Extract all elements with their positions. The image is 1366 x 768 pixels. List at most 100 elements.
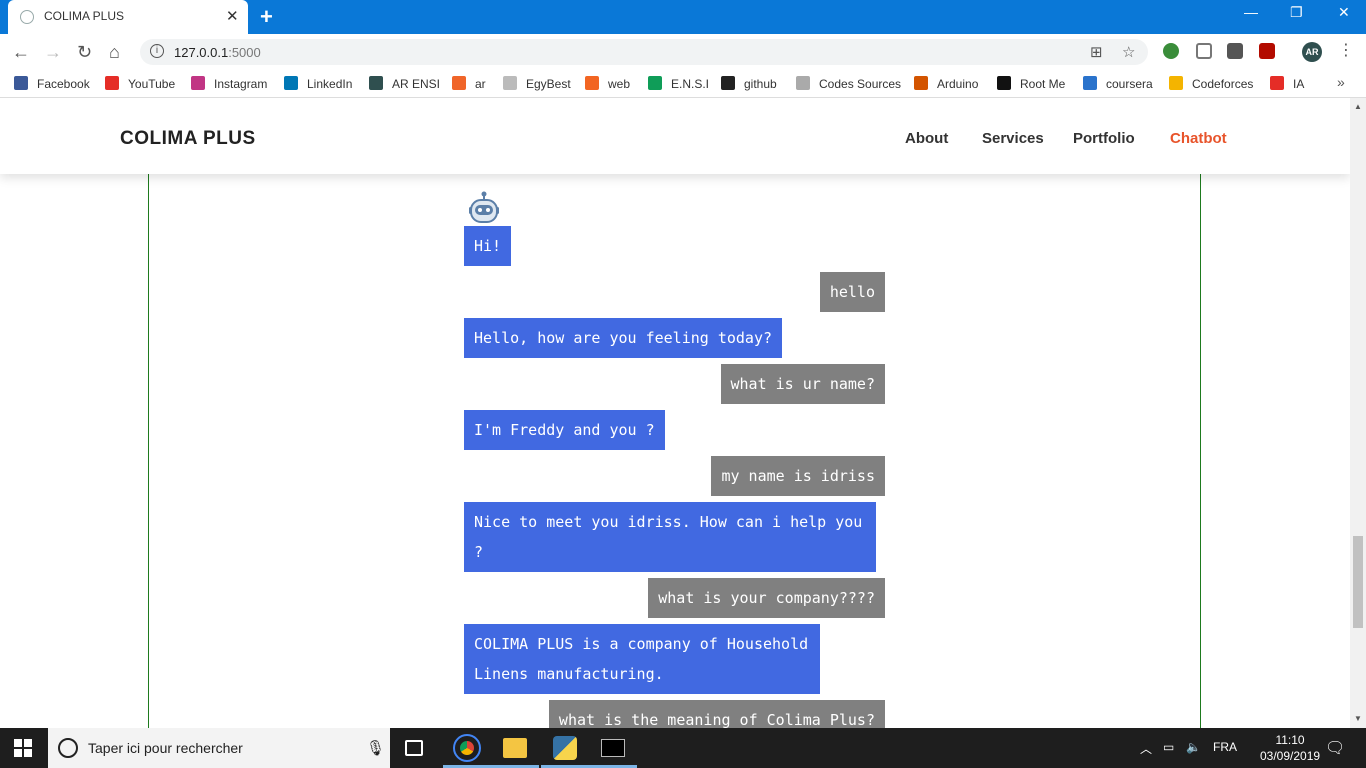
scroll-thumb[interactable]	[1353, 536, 1363, 628]
bot-message: Nice to meet you idriss. How can i help …	[464, 502, 876, 572]
codes-sources-icon	[796, 76, 810, 90]
profile-avatar[interactable]: AR	[1302, 42, 1322, 62]
extension-pdf-icon[interactable]	[1259, 43, 1275, 59]
site-info-icon[interactable]: i	[150, 44, 164, 58]
bookmark-github[interactable]: github	[721, 76, 777, 91]
bookmark-codeforces[interactable]: Codeforces	[1169, 76, 1253, 91]
extension-facebook-icon[interactable]	[1227, 43, 1243, 59]
codeforces-icon	[1169, 76, 1183, 90]
translate-icon[interactable]: ⊞	[1090, 43, 1103, 61]
bookmark-ar[interactable]: ar	[452, 76, 486, 91]
arduino-icon	[914, 76, 928, 90]
browser-toolbar: ← → ↻ ⌂ i 127.0.0.1:5000 ⊞ ☆	[0, 34, 1366, 70]
nav-services[interactable]: Services	[982, 130, 1044, 147]
minimize-button[interactable]: —	[1244, 4, 1258, 20]
forward-icon[interactable]: →	[44, 42, 62, 63]
bookmark-label: Codes Sources	[819, 77, 902, 91]
coursera-icon	[1083, 76, 1097, 90]
close-tab-icon[interactable]: ✕	[226, 7, 239, 25]
clock-time: 11:10	[1275, 733, 1305, 747]
taskbar-search[interactable]: Taper ici pour rechercher 🎙	[48, 728, 390, 768]
bookmark-egybest[interactable]: EgyBest	[503, 76, 571, 91]
bookmark-label: AR ENSI	[392, 77, 441, 91]
more-bookmarks-icon[interactable]: »	[1337, 74, 1345, 90]
windows-start-icon[interactable]	[14, 739, 32, 757]
taskbar-clock[interactable]: 11:10 03/09/2019	[1260, 732, 1320, 764]
site-navbar: COLIMA PLUS About Services Portfolio Cha…	[0, 98, 1350, 174]
bookmark-linkedin[interactable]: LinkedIn	[284, 76, 352, 91]
browser-tab[interactable]: COLIMA PLUS ✕	[8, 0, 248, 34]
bookmark-coursera[interactable]: coursera	[1083, 76, 1153, 91]
bookmark-star-icon[interactable]: ☆	[1122, 43, 1135, 61]
clock-date: 03/09/2019	[1260, 749, 1321, 763]
close-window-button[interactable]: ✕	[1338, 4, 1350, 21]
user-message: what is the meaning of Colima Plus?	[548, 700, 885, 728]
notifications-icon[interactable]: 🗨	[1325, 738, 1345, 758]
robot-avatar-icon	[469, 191, 499, 223]
user-message: hello	[819, 272, 885, 312]
extension-globe-icon[interactable]	[1163, 43, 1179, 59]
cortana-icon[interactable]	[58, 738, 78, 758]
user-message: my name is idriss	[711, 456, 885, 496]
site-favicon-icon	[20, 10, 34, 24]
youtube-icon	[1270, 76, 1284, 90]
bookmark-label: ar	[475, 77, 486, 91]
linkedin-icon	[284, 76, 298, 90]
bookmark-label: Codeforces	[1192, 77, 1254, 91]
bookmark-root-me[interactable]: Root Me	[997, 76, 1065, 91]
bookmark-instagram[interactable]: Instagram	[191, 76, 267, 91]
volume-icon[interactable]: 🔈	[1186, 740, 1201, 754]
chrome-icon[interactable]	[453, 734, 481, 762]
bookmark-label: IA	[1293, 77, 1305, 91]
tray-chevron-icon[interactable]: ︿	[1140, 740, 1152, 757]
back-icon[interactable]: ←	[12, 42, 30, 63]
bookmark-label: EgyBest	[526, 77, 571, 91]
ar-icon	[452, 76, 466, 90]
task-view-icon[interactable]	[405, 740, 423, 756]
file-explorer-icon[interactable]	[503, 738, 527, 758]
bookmark-label: coursera	[1106, 77, 1153, 91]
bookmark-facebook[interactable]: Facebook	[14, 76, 90, 91]
bookmark-label: web	[608, 77, 631, 91]
battery-icon[interactable]: ▭	[1163, 740, 1174, 754]
page-scrollbar[interactable]: ▲ ▼	[1350, 98, 1366, 728]
url-host: 127.0.0.1	[174, 45, 229, 60]
scroll-down-icon[interactable]: ▼	[1354, 714, 1362, 723]
bookmark-arduino[interactable]: Arduino	[914, 76, 978, 91]
terminal-icon[interactable]	[601, 739, 625, 757]
bookmark-label: Root Me	[1020, 77, 1066, 91]
user-message: what is ur name?	[720, 364, 885, 404]
bookmark-label: LinkedIn	[307, 77, 353, 91]
nav-about[interactable]: About	[905, 130, 948, 147]
language-indicator[interactable]: FRA	[1213, 740, 1237, 754]
nav-chatbot[interactable]: Chatbot	[1170, 130, 1227, 147]
address-bar[interactable]: i 127.0.0.1:5000 ⊞ ☆	[140, 39, 1148, 65]
bookmark-ia[interactable]: IA	[1270, 76, 1304, 91]
restore-button[interactable]: ❐	[1290, 4, 1303, 21]
url-text[interactable]: 127.0.0.1:5000	[174, 45, 261, 60]
bookmark-ar-ensi[interactable]: AR ENSI	[369, 76, 440, 91]
reload-icon[interactable]: ↻	[77, 42, 92, 63]
bookmark-youtube[interactable]: YouTube	[105, 76, 175, 91]
bookmark-codes-sources[interactable]: Codes Sources	[796, 76, 901, 91]
extension-window-icon[interactable]	[1196, 43, 1212, 59]
browser-titlebar: COLIMA PLUS ✕ + — ❐ ✕	[0, 0, 1366, 34]
github-icon	[721, 76, 735, 90]
home-icon[interactable]: ⌂	[109, 42, 120, 63]
bookmark-label: Arduino	[937, 77, 979, 91]
new-tab-button[interactable]: +	[260, 4, 273, 30]
bot-message: I'm Freddy and you ?	[464, 410, 665, 450]
nav-portfolio[interactable]: Portfolio	[1073, 130, 1135, 147]
site-brand[interactable]: COLIMA PLUS	[120, 128, 256, 150]
bookmarks-bar: Facebook YouTube Instagram LinkedIn AR E…	[0, 70, 1366, 98]
bookmark-ensi[interactable]: E.N.S.I	[648, 76, 709, 91]
user-message: what is your company????	[648, 578, 885, 618]
browser-menu-icon[interactable]: ⋮	[1338, 40, 1354, 60]
python-icon[interactable]	[553, 736, 577, 760]
microphone-icon[interactable]: 🎙	[366, 739, 385, 757]
bot-message: Hi!	[464, 226, 512, 266]
facebook-icon	[14, 76, 28, 90]
bookmark-web[interactable]: web	[585, 76, 630, 91]
scroll-up-icon[interactable]: ▲	[1354, 102, 1362, 111]
google-drive-icon	[648, 76, 662, 90]
